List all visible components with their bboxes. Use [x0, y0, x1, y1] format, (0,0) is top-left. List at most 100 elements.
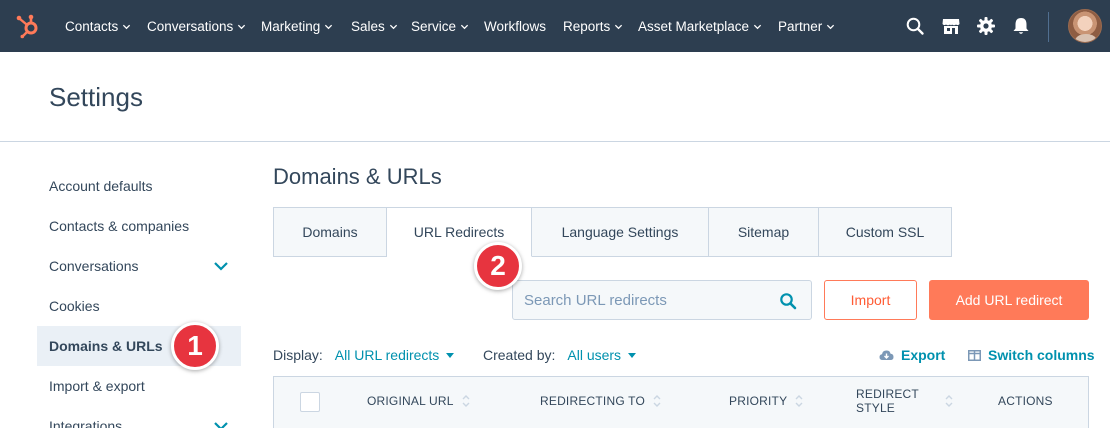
caret-down-icon [446, 352, 455, 358]
nav-partner-label: Partner [778, 18, 823, 34]
chevron-down-icon [615, 24, 623, 29]
sidebar-item-account-defaults[interactable]: Account defaults [37, 166, 241, 206]
nav-divider [1048, 12, 1049, 42]
sidebar-item-label: Account defaults [49, 178, 153, 194]
columns-icon [968, 349, 981, 361]
tab-domains[interactable]: Domains [273, 207, 387, 257]
nav-contacts-label: Contacts [65, 18, 119, 34]
annotation-badge-2: 2 [474, 242, 522, 290]
chevron-down-icon [753, 24, 762, 29]
column-label: REDIRECTING TO [540, 394, 646, 408]
column-label: ACTIONS [998, 394, 1053, 408]
sort-icon [795, 395, 803, 407]
marketplace-icon[interactable] [941, 16, 961, 36]
column-priority[interactable]: PRIORITY [729, 377, 803, 425]
column-original-url[interactable]: ORIGINAL URL [367, 377, 470, 425]
chevron-down-icon[interactable] [213, 421, 229, 428]
add-url-redirect-button[interactable]: Add URL redirect [929, 280, 1089, 320]
import-button[interactable]: Import [824, 280, 917, 320]
tab-label: Sitemap [737, 224, 790, 240]
nav-workflows-label: Workflows [484, 18, 547, 34]
gear-icon[interactable] [976, 16, 996, 36]
tab-label: Custom SSL [845, 224, 925, 240]
tab-sitemap[interactable]: Sitemap [709, 207, 819, 257]
sidebar-item-label: Integrations [49, 418, 123, 428]
caret-down-icon [628, 352, 637, 358]
export-button[interactable]: Export [879, 347, 945, 363]
nav-asset-marketplace[interactable]: Asset Marketplace [638, 17, 762, 35]
page-title: Settings [49, 82, 143, 112]
column-label: REDIRECT STYLE [856, 387, 919, 415]
display-filter-value: All URL redirects [334, 347, 440, 363]
select-all-checkbox[interactable] [300, 392, 320, 412]
chevron-down-icon [238, 24, 246, 29]
nav-reports-label: Reports [563, 18, 611, 34]
tab-language-settings[interactable]: Language Settings [532, 207, 709, 257]
chevron-down-icon [460, 24, 469, 29]
sidebar-item-integrations[interactable]: Integrations [37, 406, 241, 428]
nav-conversations[interactable]: Conversations [147, 17, 246, 35]
annotation-badge-1: 1 [171, 322, 219, 370]
tab-label: URL Redirects [413, 224, 505, 240]
search-box [512, 280, 812, 320]
sort-icon [653, 395, 661, 407]
sidebar-item-label: Contacts & companies [49, 218, 190, 234]
tab-bar: Domains URL Redirects Language Settings … [273, 207, 952, 257]
export-label: Export [901, 347, 946, 363]
sidebar-item-import-export[interactable]: Import & export [37, 366, 241, 406]
section-title: Domains & URLs [273, 164, 442, 189]
sort-icon [945, 395, 953, 407]
user-avatar[interactable] [1068, 9, 1102, 43]
table-header: ORIGINAL URL REDIRECTING TO PRIORITY RED… [273, 376, 1089, 428]
switch-columns-label: Switch columns [988, 347, 1095, 363]
cloud-download-icon [879, 350, 894, 360]
search-icon[interactable] [779, 292, 797, 310]
chevron-down-icon [123, 24, 131, 29]
tab-label: Language Settings [561, 224, 679, 240]
nav-marketing[interactable]: Marketing [261, 17, 333, 35]
sidebar-item-conversations[interactable]: Conversations [37, 246, 241, 286]
nav-sales[interactable]: Sales [351, 17, 398, 35]
search-icon[interactable] [905, 16, 925, 36]
column-label: PRIORITY [729, 394, 788, 408]
created-by-filter-value: All users [567, 347, 622, 363]
sidebar-item-label: Cookies [49, 298, 100, 314]
sidebar-item-label: Domains & URLs [49, 338, 163, 354]
nav-service-label: Service [411, 18, 457, 34]
column-redirect-style[interactable]: REDIRECT STYLE [856, 377, 953, 425]
sidebar-item-label: Conversations [49, 258, 139, 274]
column-label-line2: STYLE [856, 401, 896, 415]
created-by-filter-label: Created by: [483, 347, 556, 363]
sidebar-item-label: Import & export [49, 378, 145, 394]
nav-marketing-label: Marketing [261, 18, 321, 34]
nav-partner[interactable]: Partner [778, 17, 835, 35]
display-filter[interactable]: Display: All URL redirects [273, 347, 455, 363]
sort-icon [462, 395, 470, 407]
nav-workflows[interactable]: Workflows [484, 17, 546, 35]
search-input[interactable] [524, 291, 764, 309]
bell-icon[interactable] [1011, 16, 1031, 36]
chevron-down-icon[interactable] [213, 261, 229, 271]
chevron-down-icon [389, 24, 397, 29]
switch-columns-button[interactable]: Switch columns [968, 347, 1095, 363]
nav-sales-label: Sales [351, 18, 385, 34]
hubspot-logo-icon[interactable] [14, 13, 42, 39]
column-redirecting-to[interactable]: REDIRECTING TO [540, 377, 661, 425]
tab-custom-ssl[interactable]: Custom SSL [819, 207, 952, 257]
nav-reports[interactable]: Reports [563, 17, 623, 35]
chevron-down-icon [827, 24, 835, 29]
settings-header: Settings [0, 52, 1110, 142]
sidebar-item-contacts-companies[interactable]: Contacts & companies [37, 206, 241, 246]
nav-asset-marketplace-label: Asset Marketplace [638, 18, 750, 34]
column-label: ORIGINAL URL [367, 394, 454, 408]
created-by-filter[interactable]: Created by: All users [483, 347, 637, 363]
nav-contacts[interactable]: Contacts [65, 17, 131, 35]
column-actions: ACTIONS [998, 377, 1053, 425]
column-label-line1: REDIRECT [856, 387, 919, 401]
nav-conversations-label: Conversations [147, 18, 234, 34]
nav-service[interactable]: Service [411, 17, 469, 35]
sidebar-item-cookies[interactable]: Cookies [37, 286, 241, 326]
tab-label: Domains [302, 224, 358, 240]
chevron-down-icon [325, 24, 333, 29]
display-filter-label: Display: [273, 347, 323, 363]
